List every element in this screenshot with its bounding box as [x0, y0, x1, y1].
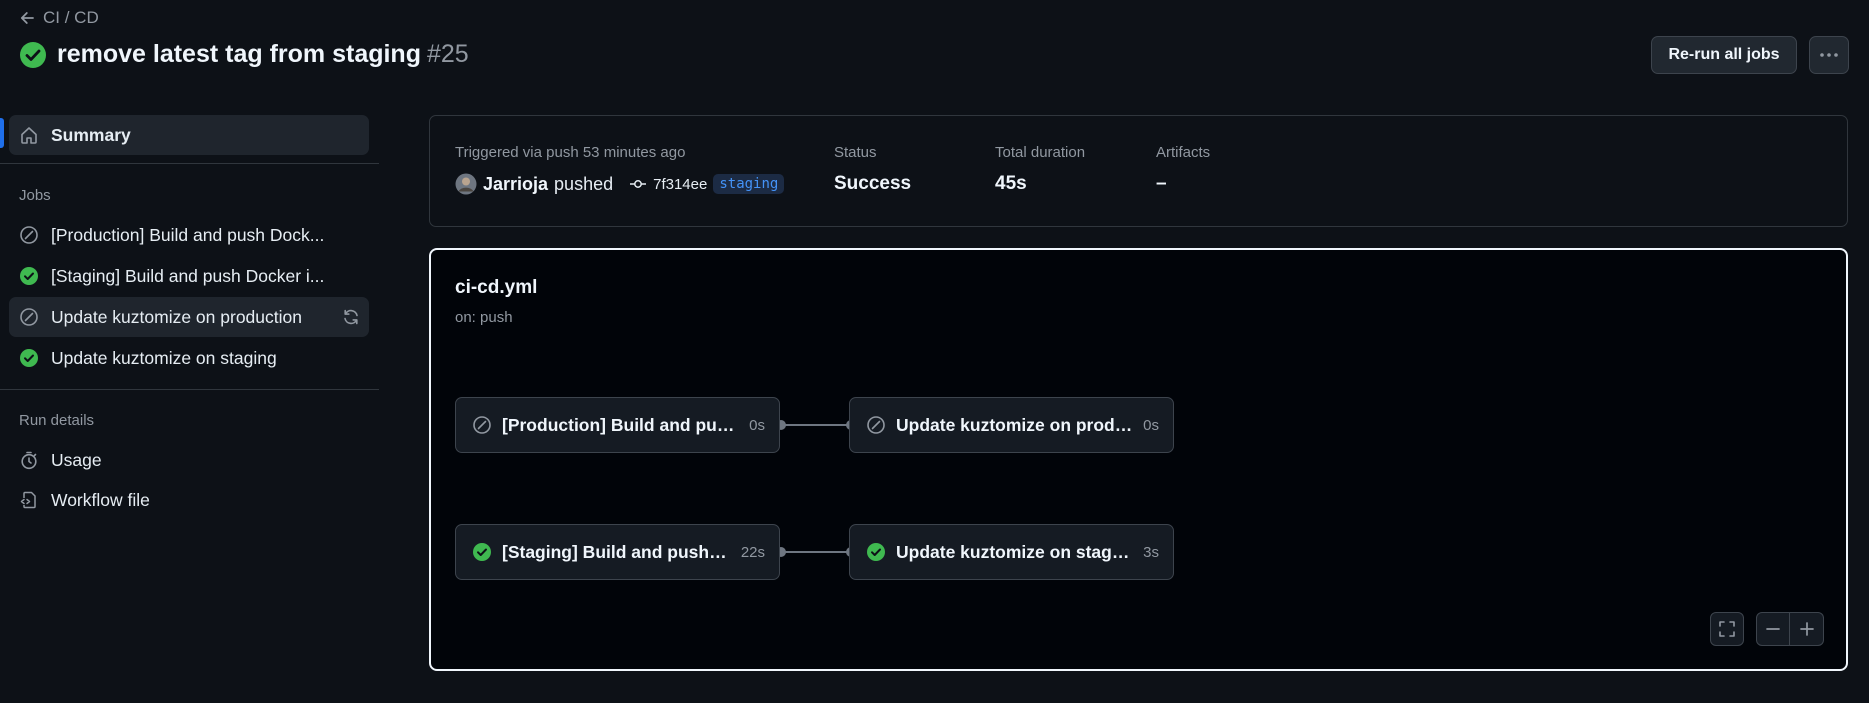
trigger-details: Jarrioja pushed 7f314ee staging: [455, 173, 785, 195]
skip-icon: [19, 307, 39, 327]
action-text: pushed: [554, 173, 614, 194]
job-node-update-production[interactable]: Update kuztomize on produ... 0s: [849, 397, 1174, 453]
branch-badge[interactable]: staging: [713, 174, 785, 194]
sidebar-item-workflow-file[interactable]: Workflow file: [9, 480, 369, 520]
sidebar-item-usage[interactable]: Usage: [9, 440, 369, 480]
git-commit-icon: [629, 178, 647, 190]
active-indicator: [0, 118, 4, 148]
graph-connectors: [776, 420, 856, 557]
sidebar-job-label: Update kuztomize on production: [51, 306, 302, 327]
back-link[interactable]: CI / CD: [19, 8, 99, 28]
job-node-production-build[interactable]: [Production] Build and push ... 0s: [455, 397, 780, 453]
job-node-label: Update kuztomize on staging: [896, 541, 1134, 562]
skip-icon: [866, 415, 886, 435]
check-circle-icon: [19, 266, 39, 286]
sidebar-job-label: [Staging] Build and push Docker i...: [51, 265, 325, 286]
jobs-heading: Jobs: [19, 187, 51, 204]
job-node-label: Update kuztomize on produ...: [896, 414, 1134, 435]
duration-label: Total duration: [995, 144, 1086, 161]
arrow-left-icon: [19, 10, 35, 26]
kebab-horizontal-icon: [1819, 52, 1839, 58]
sidebar-job-update-staging[interactable]: Update kuztomize on staging: [9, 338, 369, 378]
actor-name[interactable]: Jarrioja: [483, 174, 548, 195]
home-icon: [19, 125, 39, 145]
sidebar-divider: [0, 389, 379, 390]
skip-icon: [472, 415, 492, 435]
page-title-text: remove latest tag from staging: [57, 40, 421, 68]
status-label: Status: [834, 144, 877, 161]
check-circle-icon: [472, 542, 492, 562]
workflow-graph: ci-cd.yml on: push [Production] Build an…: [429, 248, 1848, 671]
job-node-label: [Production] Build and push ...: [502, 414, 740, 435]
job-node-staging-build[interactable]: [Staging] Build and push D... 22s: [455, 524, 780, 580]
job-node-duration: 0s: [749, 416, 765, 434]
zoom-out-button[interactable]: [1756, 612, 1790, 646]
file-code-icon: [19, 490, 39, 510]
sidebar-item-label: Summary: [51, 124, 131, 145]
sidebar-item-label: Usage: [51, 449, 102, 470]
sidebar-item-label: Workflow file: [51, 489, 150, 510]
triggered-label: Triggered via push 53 minutes ago: [455, 144, 686, 161]
sidebar-job-staging-build[interactable]: [Staging] Build and push Docker i...: [9, 256, 369, 296]
skip-icon: [19, 225, 39, 245]
sync-icon[interactable]: [341, 307, 361, 327]
sidebar-item-summary[interactable]: Summary: [9, 115, 369, 155]
more-options-button[interactable]: [1809, 36, 1849, 74]
sidebar-job-update-production[interactable]: Update kuztomize on production: [9, 297, 369, 337]
job-node-update-staging[interactable]: Update kuztomize on staging 3s: [849, 524, 1174, 580]
rerun-all-jobs-button[interactable]: Re-run all jobs: [1651, 36, 1797, 74]
run-details-heading: Run details: [19, 412, 95, 429]
job-node-label: [Staging] Build and push D...: [502, 541, 731, 562]
zoom-in-button[interactable]: [1790, 612, 1824, 646]
job-node-duration: 0s: [1143, 416, 1159, 434]
avatar[interactable]: [455, 173, 477, 195]
page-title: remove latest tag from staging #25: [57, 40, 469, 69]
check-circle-icon: [19, 41, 47, 69]
fullscreen-button[interactable]: [1710, 612, 1744, 646]
job-node-duration: 3s: [1143, 543, 1159, 561]
check-circle-icon: [866, 542, 886, 562]
sidebar-job-production-build[interactable]: [Production] Build and push Dock...: [9, 215, 369, 255]
minus-icon: [1765, 621, 1781, 637]
commit-sha[interactable]: 7f314ee: [653, 176, 707, 193]
zoom-controls: [1756, 612, 1824, 646]
job-node-duration: 22s: [740, 543, 765, 561]
sidebar-job-label: [Production] Build and push Dock...: [51, 224, 325, 245]
run-summary-card: Triggered via push 53 minutes ago Jarrio…: [429, 115, 1848, 227]
page-title-row: remove latest tag from staging #25: [19, 40, 469, 69]
status-value: Success: [834, 173, 912, 194]
fullscreen-icon: [1718, 620, 1736, 638]
artifacts-label: Artifacts: [1156, 144, 1211, 161]
sidebar-job-label: Update kuztomize on staging: [51, 347, 277, 368]
stopwatch-icon: [19, 450, 39, 470]
duration-value: 45s: [995, 173, 1027, 194]
artifacts-value: –: [1156, 173, 1167, 194]
back-link-label: CI / CD: [43, 8, 99, 27]
plus-icon: [1799, 621, 1815, 637]
check-circle-icon: [19, 348, 39, 368]
run-number: #25: [426, 40, 469, 68]
sidebar-divider: [0, 163, 379, 164]
